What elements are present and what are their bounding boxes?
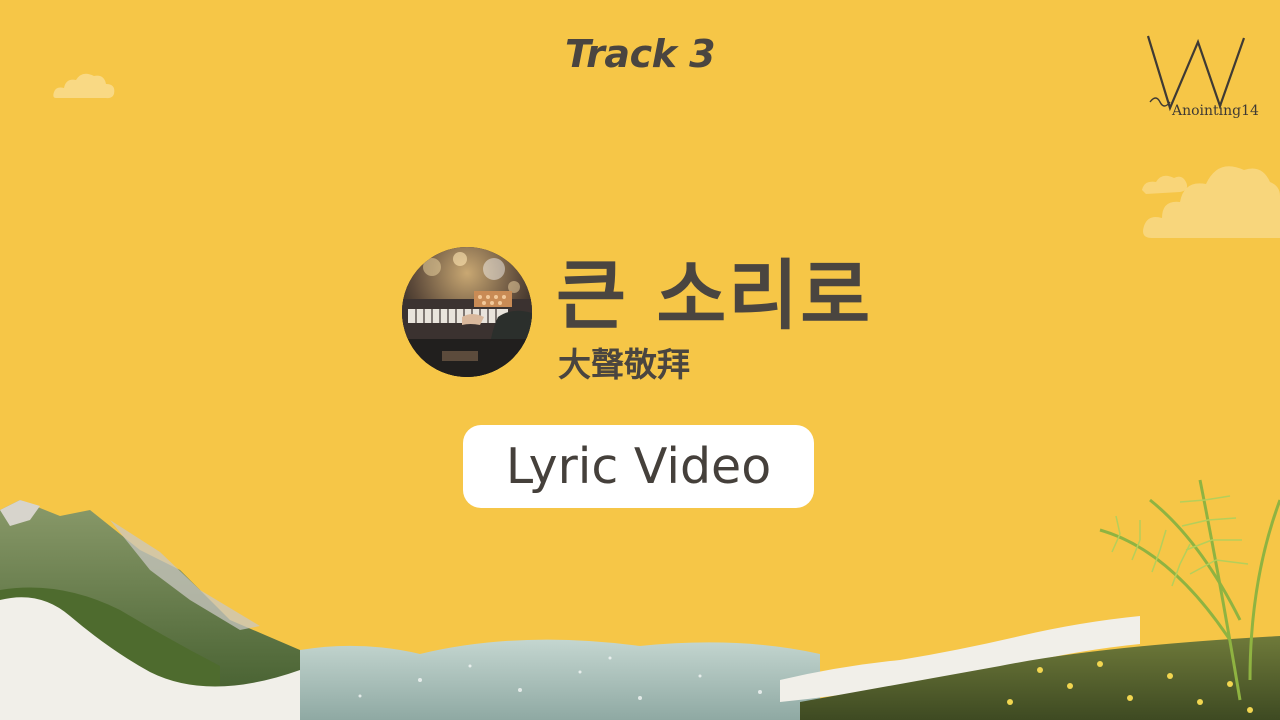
cloud-icon: [53, 73, 115, 99]
keyboard-player-photo: [402, 247, 532, 377]
logo-text: Anointing14: [1172, 103, 1259, 119]
landscape-collage: [0, 479, 1280, 720]
song-subtitle: 大聲敬拜: [558, 345, 690, 384]
song-title: 큰 소리로: [556, 251, 873, 340]
cover-photo: [402, 247, 532, 377]
track-label: Track 3: [564, 32, 716, 76]
cloud-icon: [1142, 166, 1280, 238]
